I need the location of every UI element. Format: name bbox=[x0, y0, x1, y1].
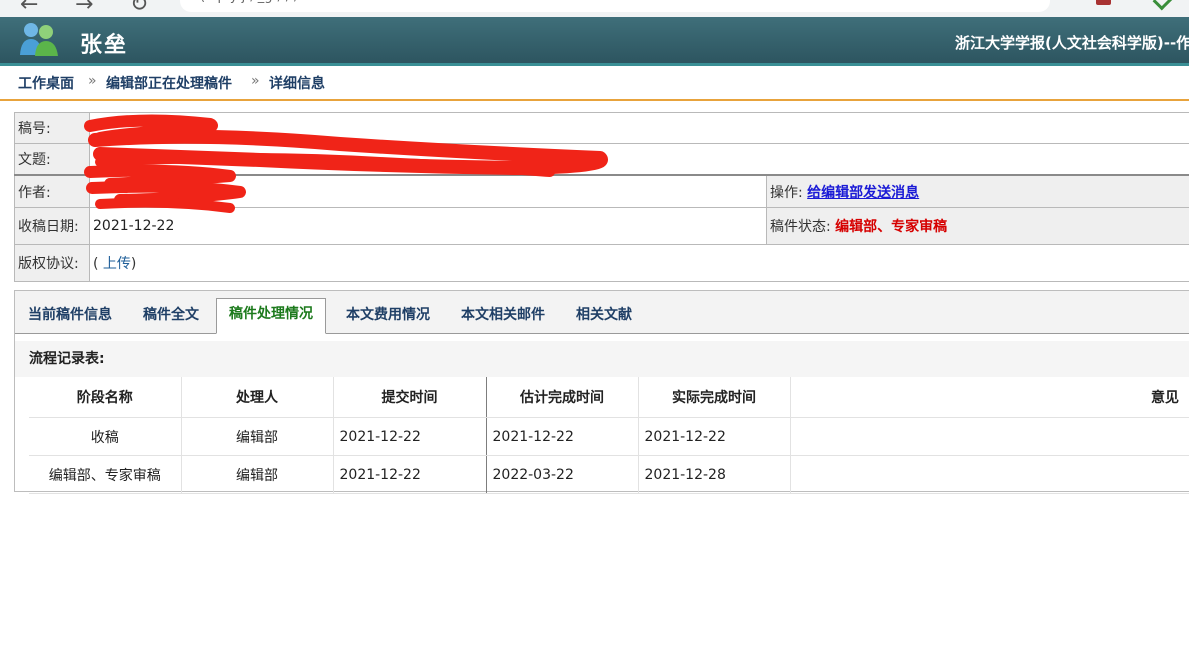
manuscript-tabs-panel: 当前稿件信息 稿件全文 稿件处理情况 本文费用情况 本文相关邮件 相关文献 流程… bbox=[14, 290, 1189, 494]
username: 张垒 bbox=[80, 33, 129, 58]
table-cell: 2022-03-22 bbox=[486, 455, 639, 494]
operation-label: 操作: bbox=[770, 184, 803, 201]
column-header: 意见 bbox=[790, 377, 1189, 418]
title-label: 文题: bbox=[14, 143, 90, 176]
send-message-link[interactable]: 给编辑部发送消息 bbox=[807, 185, 919, 201]
copyright-value: ( 上传) bbox=[89, 244, 1189, 282]
journal-title: 浙江大学学报(人文社会科学版)--作者 bbox=[955, 34, 1189, 52]
tab-related-literature[interactable]: 相关文献 bbox=[576, 302, 632, 333]
address-bar[interactable]: ( . p y j , _g , , , bbox=[180, 0, 1050, 12]
breadcrumb-separator: » bbox=[251, 73, 260, 89]
title-value bbox=[89, 143, 1189, 176]
breadcrumb-in-process[interactable]: 编辑部正在处理稿件 bbox=[106, 73, 232, 93]
upload-link[interactable]: 上传 bbox=[103, 256, 131, 272]
table-cell: 编辑部 bbox=[181, 455, 334, 494]
table-cell: 编辑部、专家审稿 bbox=[29, 455, 182, 494]
breadcrumb-separator: » bbox=[88, 73, 97, 89]
author-value bbox=[89, 174, 767, 208]
column-header: 估计完成时间 bbox=[486, 377, 639, 418]
table-cell: 2021-12-22 bbox=[638, 417, 791, 456]
column-header: 实际完成时间 bbox=[638, 377, 791, 418]
status-badge: 编辑部、专家审稿 bbox=[835, 219, 948, 235]
table-cell: 2021-12-22 bbox=[333, 417, 487, 456]
manuscript-no-label: 稿号: bbox=[14, 112, 90, 144]
tab-processing-status[interactable]: 稿件处理情况 bbox=[216, 298, 326, 334]
tab-bar: 当前稿件信息 稿件全文 稿件处理情况 本文费用情况 本文相关邮件 相关文献 bbox=[15, 291, 1189, 334]
manuscript-info-table: 稿号: 文题: 作者: 操作: 给编辑部发送消息 收稿日期: 2021-12-2… bbox=[14, 112, 1189, 282]
table-cell: 2021-12-22 bbox=[486, 417, 639, 456]
breadcrumb-workspace[interactable]: 工作桌面 bbox=[18, 73, 74, 93]
flow-record-table: 阶段名称 处理人 提交时间 估计完成时间 实际完成时间 意见 收稿 编辑部 20… bbox=[29, 377, 1189, 494]
reload-icon[interactable]: ↻ bbox=[130, 0, 148, 17]
site-header: 张垒 浙江大学学报(人文社会科学版)--作者 bbox=[0, 17, 1189, 66]
table-cell bbox=[790, 417, 1189, 456]
tab-related-emails[interactable]: 本文相关邮件 bbox=[461, 302, 545, 333]
author-label: 作者: bbox=[14, 174, 90, 208]
table-row: 收稿 编辑部 2021-12-22 2021-12-22 2021-12-22 bbox=[29, 417, 1189, 456]
extension-check-icon[interactable] bbox=[1152, 0, 1173, 11]
table-cell bbox=[790, 455, 1189, 494]
copyright-label: 版权协议: bbox=[14, 244, 90, 282]
received-date-value: 2021-12-22 bbox=[89, 207, 767, 245]
column-header: 处理人 bbox=[181, 377, 334, 418]
forward-arrow-icon[interactable]: → bbox=[75, 0, 93, 17]
table-header-row: 阶段名称 处理人 提交时间 估计完成时间 实际完成时间 意见 bbox=[29, 377, 1189, 418]
tab-fees[interactable]: 本文费用情况 bbox=[346, 302, 430, 333]
received-date-label: 收稿日期: bbox=[14, 207, 90, 245]
column-header: 阶段名称 bbox=[29, 377, 182, 418]
table-cell: 收稿 bbox=[29, 417, 182, 456]
tab-full-text[interactable]: 稿件全文 bbox=[143, 302, 199, 333]
operation-cell: 操作: 给编辑部发送消息 bbox=[766, 174, 1189, 208]
manuscript-no-value bbox=[89, 112, 1189, 144]
column-header: 提交时间 bbox=[333, 377, 487, 418]
table-cell: 2021-12-28 bbox=[638, 455, 791, 494]
breadcrumb-current: 详细信息 bbox=[269, 76, 325, 92]
browser-toolbar: ← → ↻ ( . p y j , _g , , , bbox=[0, 0, 1189, 17]
breadcrumb: 工作桌面 » 编辑部正在处理稿件 » 详细信息 bbox=[0, 63, 1189, 101]
table-row: 编辑部、专家审稿 编辑部 2021-12-22 2022-03-22 2021-… bbox=[29, 455, 1189, 494]
extension-icon[interactable] bbox=[1096, 0, 1111, 5]
table-cell: 编辑部 bbox=[181, 417, 334, 456]
flow-record-title: 流程记录表: bbox=[15, 341, 1189, 377]
table-cell: 2021-12-22 bbox=[333, 455, 487, 494]
users-icon bbox=[20, 23, 58, 56]
status-label: 稿件状态: bbox=[770, 219, 831, 235]
back-arrow-icon[interactable]: ← bbox=[20, 0, 38, 17]
status-cell: 稿件状态: 编辑部、专家审稿 bbox=[766, 207, 1189, 245]
tab-current-info[interactable]: 当前稿件信息 bbox=[28, 302, 112, 333]
